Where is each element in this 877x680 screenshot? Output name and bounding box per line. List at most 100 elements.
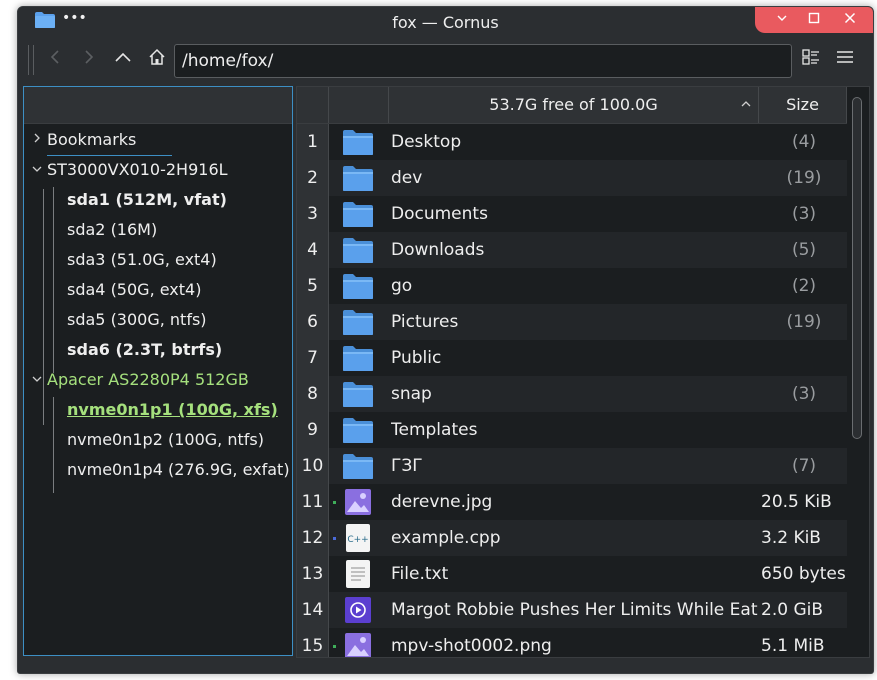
file-name[interactable]: Margot Robbie Pushes Her Limits While Ea… [391,592,759,628]
file-size [761,412,847,448]
sort-ascending-icon[interactable] [740,87,752,123]
file-name[interactable]: ГЗГ [391,448,759,484]
row-number[interactable]: 1 [297,124,329,160]
tree-item-nvme0n1p4[interactable]: nvme0n1p4 (276.9G, exfat) [67,455,290,485]
folder-icon [342,127,374,157]
table-row[interactable]: 15 mpv-shot0002.png 5.1 MiB [297,628,847,657]
file-name[interactable]: File.txt [391,556,759,592]
bookmarks-label[interactable]: Bookmarks [47,125,173,156]
tree-item-sda1[interactable]: sda1 (512M, vfat) [67,185,227,215]
file-table[interactable]: 53.7G free of 100.0G Size 1 Desktop (4) 2 de… [296,86,870,658]
table-row[interactable]: 13 File.txt 650 bytes [297,556,847,592]
header-size-col[interactable]: Size [759,87,847,123]
row-number[interactable]: 7 [297,340,329,376]
table-row[interactable]: 12 C++ example.cpp 3.2 KiB [297,520,847,556]
maximize-icon[interactable] [803,10,825,30]
row-number[interactable]: 5 [297,268,329,304]
row-number[interactable]: 4 [297,232,329,268]
path-input[interactable]: /home/fox/ [174,44,792,78]
file-name[interactable]: go [391,268,759,304]
tree-item-sda5[interactable]: sda5 (300G, ntfs) [67,305,207,335]
forward-icon[interactable] [76,48,102,72]
row-number[interactable]: 3 [297,196,329,232]
file-name[interactable]: Pictures [391,304,759,340]
file-name[interactable]: example.cpp [391,520,759,556]
minimize-icon[interactable] [771,10,793,30]
file-name[interactable]: Desktop [391,124,759,160]
file-name[interactable]: snap [391,376,759,412]
table-row[interactable]: 4 Downloads (5) [297,232,847,268]
chevron-down-icon[interactable] [31,365,43,395]
file-name[interactable]: Documents [391,196,759,232]
tree-item-nvme0n1p1[interactable]: nvme0n1p1 (100G, xfs) [67,395,278,425]
tree-item-sda2[interactable]: sda2 (16M) [67,215,157,245]
file-name[interactable]: Public [391,340,759,376]
header-icon-col[interactable] [329,87,389,123]
tree-item-nvme0n1p2[interactable]: nvme0n1p2 (100G, ntfs) [67,425,264,455]
text-file-icon [342,559,374,589]
table-row[interactable]: 11 derevne.jpg 20.5 KiB [297,484,847,520]
file-name[interactable]: Downloads [391,232,759,268]
row-number[interactable]: 2 [297,160,329,196]
row-number[interactable]: 9 [297,412,329,448]
table-row[interactable]: 5 go (2) [297,268,847,304]
header-name-col[interactable]: 53.7G free of 100.0G [389,87,759,123]
window-controls [755,7,873,33]
row-number[interactable]: 10 [297,448,329,484]
file-size: 5.1 MiB [761,636,825,656]
tree-item-sda6[interactable]: sda6 (2.3T, btrfs) [67,335,222,365]
status-dot [333,537,336,540]
title-bar[interactable]: ••• fox — Cornus [18,7,873,37]
row-number[interactable]: 13 [297,556,329,592]
toolbar-grip[interactable] [28,45,34,75]
file-name[interactable]: derevne.jpg [391,484,759,520]
folder-icon [342,199,374,229]
close-icon[interactable] [839,10,861,30]
disk1-label[interactable]: ST3000VX010-2H916L [47,155,228,185]
table-row[interactable]: 3 Documents (3) [297,196,847,232]
hamburger-menu-icon[interactable] [832,48,858,72]
status-dot [333,645,336,648]
table-row[interactable]: 8 snap (3) [297,376,847,412]
row-number[interactable]: 15 [297,628,329,657]
header-corner[interactable] [297,87,329,123]
back-icon[interactable] [42,48,68,72]
table-header: 53.7G free of 100.0G Size [297,87,847,124]
vertical-scrollbar[interactable] [850,89,862,655]
file-size: (2) [791,276,817,296]
disk2-label[interactable]: Apacer AS2280P4 512GB [47,365,249,395]
tree-item-sda3[interactable]: sda3 (51.0G, ext4) [67,245,217,275]
row-number[interactable]: 6 [297,304,329,340]
table-row[interactable]: 2 dev (19) [297,160,847,196]
table-row[interactable]: 10 ГЗГ (7) [297,448,847,484]
tree-item-sda4[interactable]: sda4 (50G, ext4) [67,275,201,305]
row-number[interactable]: 8 [297,376,329,412]
table-row[interactable]: 6 Pictures (19) [297,304,847,340]
file-name[interactable]: dev [391,160,759,196]
app-window: ••• fox — Cornus /home/fox/ Bookmarks ST… [17,6,874,674]
file-name[interactable]: mpv-shot0002.png [391,628,759,657]
size-header-label[interactable]: Size [786,95,819,114]
file-name[interactable]: Templates [391,412,759,448]
table-row[interactable]: 14 Margot Robbie Pushes Her Limits While … [297,592,847,628]
table-row[interactable]: 7 Public [297,340,847,376]
status-dot [333,501,336,504]
up-icon[interactable] [110,48,136,72]
sidebar-tree[interactable]: Bookmarks ST3000VX010-2H916L sda1 (512M,… [23,86,293,656]
chevron-down-icon[interactable] [31,155,43,185]
folder-icon [342,415,374,445]
sidebar-header[interactable] [24,87,292,124]
home-icon[interactable] [144,48,170,72]
row-number[interactable]: 14 [297,592,329,628]
table-row[interactable]: 1 Desktop (4) [297,124,847,160]
table-row[interactable]: 9 Templates [297,412,847,448]
folder-icon [342,343,374,373]
row-number[interactable]: 12 [297,520,329,556]
view-mode-icon[interactable] [798,48,824,72]
free-space-label[interactable]: 53.7G free of 100.0G [489,95,657,114]
path-text[interactable]: /home/fox/ [182,51,273,71]
chevron-right-icon[interactable] [32,125,42,155]
row-number[interactable]: 11 [297,484,329,520]
scrollbar-thumb[interactable] [852,97,862,439]
file-size: (5) [791,240,817,260]
